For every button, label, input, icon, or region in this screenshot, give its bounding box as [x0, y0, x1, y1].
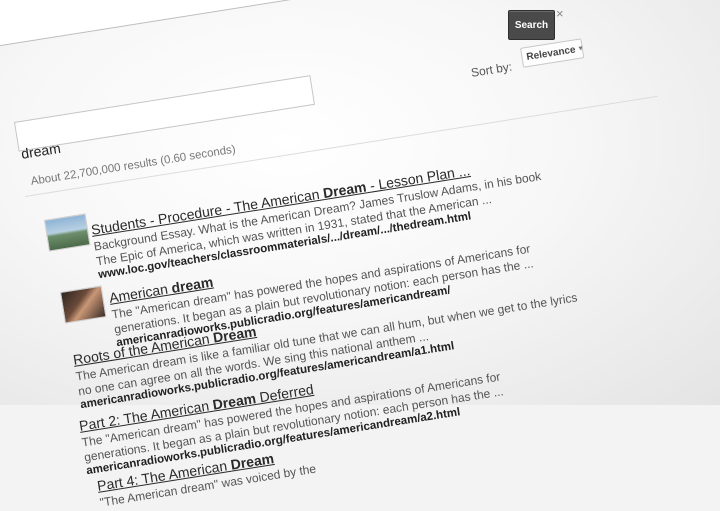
- close-icon[interactable]: ×: [556, 6, 564, 21]
- sort-selected-value: Relevance: [525, 43, 577, 63]
- result-thumbnail[interactable]: [60, 285, 107, 324]
- result-thumbnail[interactable]: [44, 213, 91, 252]
- chevron-down-icon: ▼: [576, 44, 585, 53]
- search-button[interactable]: Search: [508, 10, 555, 40]
